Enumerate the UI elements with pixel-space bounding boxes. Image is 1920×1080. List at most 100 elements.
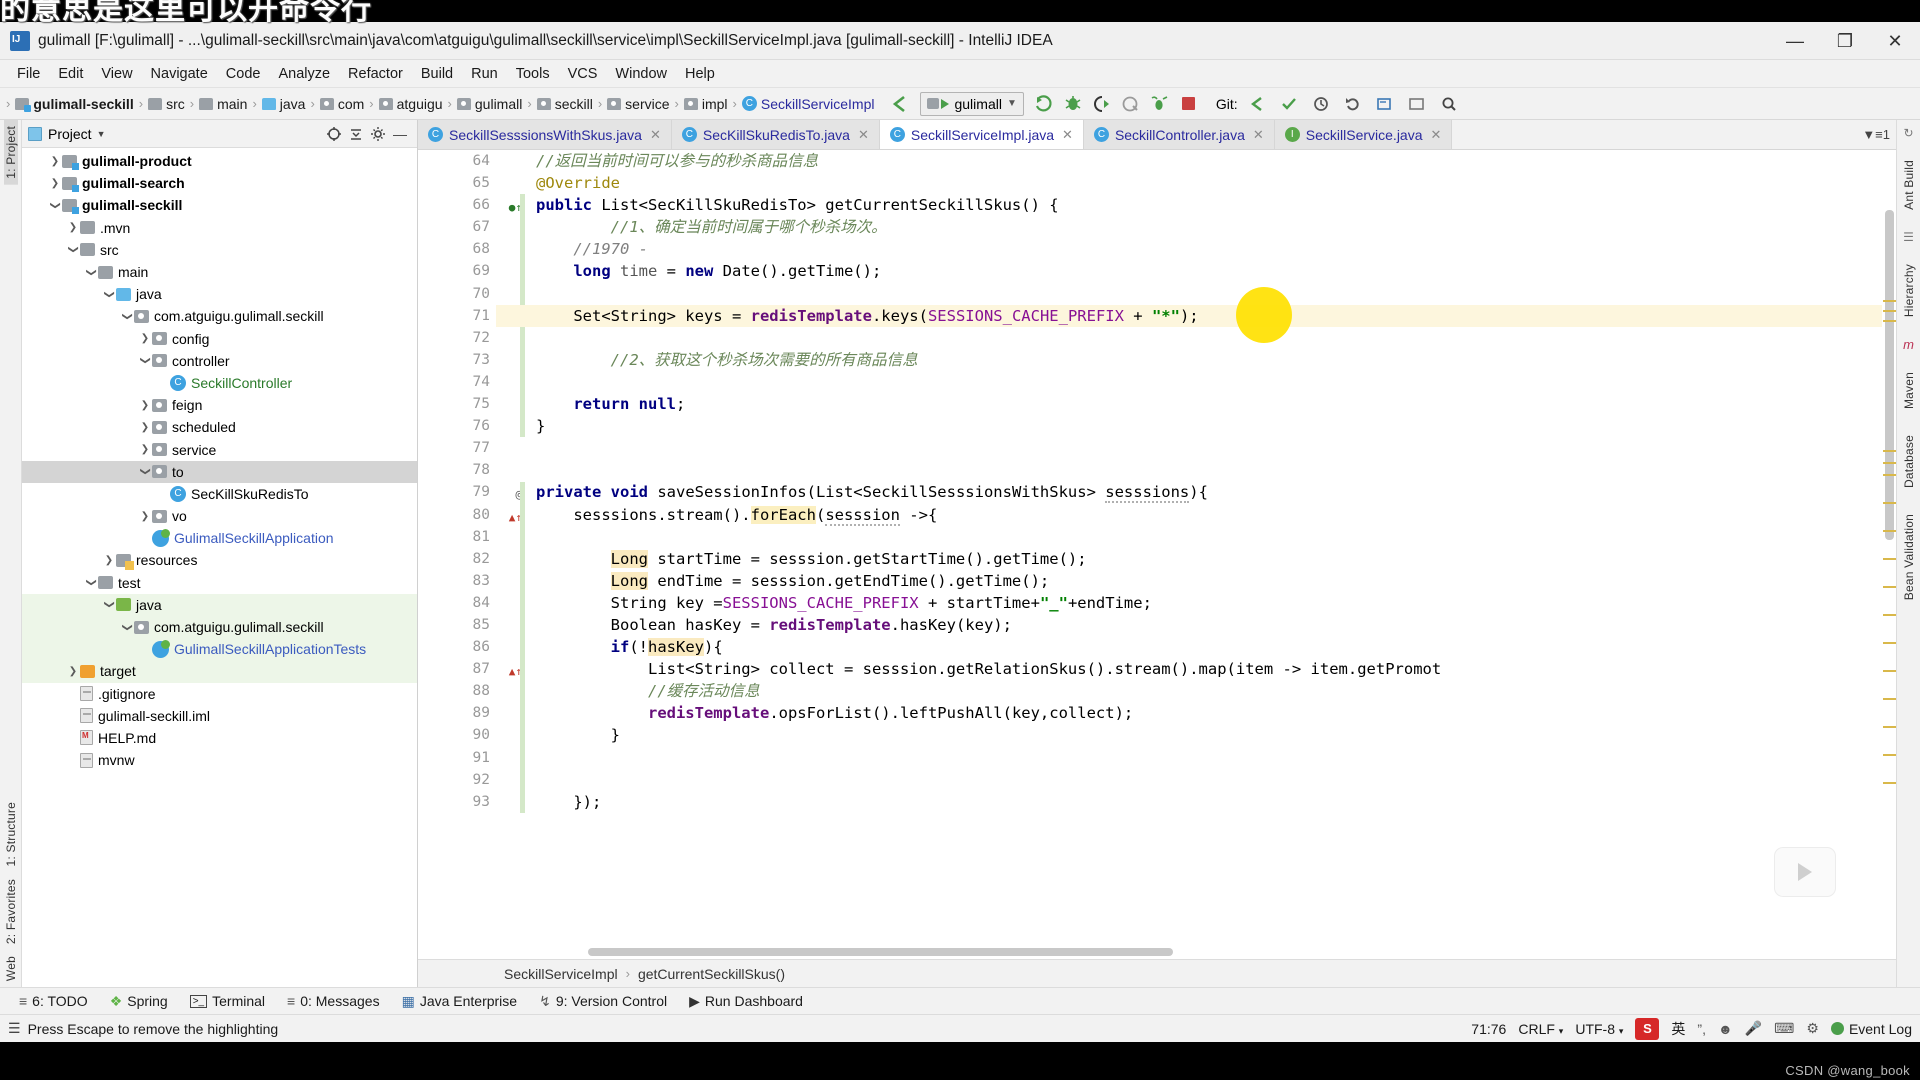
project-tree[interactable]: gulimall-product gulimall-search gulimall-…: [22, 148, 417, 987]
run-with-coverage-icon[interactable]: [1089, 92, 1115, 116]
tree-item[interactable]: gulimall-product: [22, 150, 417, 172]
tree-item[interactable]: controller: [22, 350, 417, 372]
code-content-column[interactable]: //返回当前时间可以参与的秒杀商品信息 @Override public Lis…: [496, 150, 1896, 959]
navbar-crumb-module[interactable]: gulimall-seckill: [12, 96, 136, 112]
git-history-icon[interactable]: [1308, 92, 1334, 116]
line-number[interactable]: 69: [418, 260, 496, 282]
ime-mic-icon[interactable]: 🎤: [1745, 1020, 1762, 1037]
tab-list-icon[interactable]: ▼≡1: [1862, 127, 1890, 142]
stripe-button-database[interactable]: Database: [1902, 429, 1916, 494]
navbar-crumb-com[interactable]: com: [317, 96, 367, 112]
line-number[interactable]: 68: [418, 238, 496, 260]
line-number[interactable]: 85: [418, 614, 496, 636]
line-number[interactable]: 88: [418, 680, 496, 702]
tree-item[interactable]: scheduled: [22, 416, 417, 438]
menu-navigate[interactable]: Navigate: [142, 64, 217, 84]
menu-edit[interactable]: Edit: [49, 64, 92, 84]
settings-gear-icon[interactable]: [367, 123, 389, 145]
menu-file[interactable]: File: [8, 64, 49, 84]
expand-arrow-icon[interactable]: [138, 511, 152, 522]
line-separator[interactable]: CRLF ▾: [1518, 1021, 1563, 1037]
line-number[interactable]: 89: [418, 702, 496, 724]
collapse-arrow-icon[interactable]: [138, 355, 152, 366]
close-icon[interactable]: ✕: [1253, 127, 1264, 143]
line-number[interactable]: 87 ▲↑: [418, 658, 522, 680]
run-configuration-selector[interactable]: gulimall ▼: [920, 91, 1024, 116]
caret-position[interactable]: 71:76: [1471, 1021, 1506, 1037]
tree-item[interactable]: service: [22, 438, 417, 460]
horizontal-scrollbar[interactable]: [574, 946, 1880, 959]
line-number[interactable]: 84: [418, 592, 496, 614]
tree-item[interactable]: .mvn: [22, 217, 417, 239]
line-number[interactable]: 92: [418, 769, 496, 791]
tool-button-version-control[interactable]: ↯ 9: Version Control: [528, 993, 678, 1010]
breadcrumb-class[interactable]: SeckillServiceImpl: [504, 966, 618, 982]
tab-seckill-service[interactable]: I SeckillService.java ✕: [1274, 120, 1453, 149]
tree-item[interactable]: gulimall-search: [22, 172, 417, 194]
tree-item[interactable]: gulimall-seckill.iml: [22, 705, 417, 727]
ime-badge-icon[interactable]: S: [1635, 1017, 1660, 1040]
file-encoding[interactable]: UTF-8 ▾: [1575, 1021, 1623, 1037]
line-number[interactable]: 78: [418, 459, 496, 481]
line-number[interactable]: 82: [418, 548, 496, 570]
stop-icon[interactable]: [1176, 92, 1202, 116]
menu-window[interactable]: Window: [606, 64, 676, 84]
collapse-arrow-icon[interactable]: [120, 311, 134, 322]
hide-panel-icon[interactable]: —: [389, 123, 411, 145]
vertical-scroll-thumb[interactable]: [1885, 210, 1894, 540]
stripe-button-web[interactable]: Web: [4, 950, 18, 987]
expand-arrow-icon[interactable]: [48, 156, 62, 167]
stripe-button-bean-validation[interactable]: Bean Validation: [1902, 508, 1916, 606]
settings-gear-icon[interactable]: [1404, 92, 1430, 116]
tree-item[interactable]: vo: [22, 505, 417, 527]
tool-button-spring[interactable]: ❖ Spring: [99, 993, 179, 1010]
ime-keyboard-icon[interactable]: ⌨: [1774, 1020, 1794, 1037]
collapse-all-icon[interactable]: [345, 123, 367, 145]
tool-button-todo[interactable]: ≡ 6: TODO: [8, 993, 99, 1009]
menu-vcs[interactable]: VCS: [559, 64, 607, 84]
navbar-crumb-class[interactable]: C SeckillServiceImpl: [739, 96, 878, 112]
attach-debugger-icon[interactable]: [1147, 92, 1173, 116]
menu-help[interactable]: Help: [676, 64, 724, 84]
expand-arrow-icon[interactable]: [138, 333, 152, 344]
back-arrow-icon[interactable]: [887, 92, 913, 116]
line-number[interactable]: 79 @: [418, 481, 522, 503]
tree-item[interactable]: com.atguigu.gulimall.seckill: [22, 305, 417, 327]
sidebar-toggle-icon[interactable]: ☰: [8, 1020, 21, 1037]
tree-item[interactable]: main: [22, 261, 417, 283]
collapse-arrow-icon[interactable]: [120, 622, 134, 633]
ime-language-label[interactable]: 英: [1671, 1019, 1685, 1039]
expand-arrow-icon[interactable]: [66, 222, 80, 233]
line-number[interactable]: 76: [418, 415, 496, 437]
line-number-gutter[interactable]: 64 65 66 ●↑ 67 68 69 70 71 72 73 74 75 76 77 78 79 @80 ▲↑ 8…: [418, 150, 522, 959]
tab-seckill-sessions-with-skus[interactable]: C SeckillSesssionsWithSkus.java ✕: [418, 120, 672, 149]
vertical-scrollbar[interactable]: [1882, 150, 1896, 959]
stripe-button-structure[interactable]: 1: Structure: [4, 796, 18, 872]
menu-refactor[interactable]: Refactor: [339, 64, 412, 84]
tree-item[interactable]: C SeckillController: [22, 372, 417, 394]
line-number[interactable]: 65: [418, 172, 496, 194]
git-commit-icon[interactable]: [1276, 92, 1302, 116]
line-number[interactable]: 71: [418, 305, 496, 327]
git-revert-icon[interactable]: [1340, 92, 1366, 116]
menu-build[interactable]: Build: [412, 64, 462, 84]
tree-item[interactable]: HELP.md: [22, 727, 417, 749]
tool-button-run-dashboard[interactable]: ▶ Run Dashboard: [678, 993, 814, 1010]
line-number[interactable]: 70: [418, 283, 496, 305]
navbar-crumb-src[interactable]: src: [145, 96, 188, 112]
tab-seckill-sku-redis-to[interactable]: C SecKillSkuRedisTo.java ✕: [671, 120, 880, 149]
horizontal-scroll-thumb[interactable]: [588, 948, 1173, 956]
tree-item[interactable]: src: [22, 239, 417, 261]
stripe-button-project[interactable]: 1: Project: [3, 120, 18, 185]
menu-view[interactable]: View: [92, 64, 141, 84]
git-update-icon[interactable]: [1244, 92, 1270, 116]
collapse-arrow-icon[interactable]: [84, 577, 98, 588]
stripe-button-ant-build[interactable]: Ant Build: [1902, 154, 1916, 216]
line-number[interactable]: 66 ●↑: [418, 194, 522, 216]
tree-item[interactable]: target: [22, 660, 417, 683]
collapse-arrow-icon[interactable]: [102, 289, 116, 300]
tree-item[interactable]: feign: [22, 394, 417, 416]
navbar-crumb-java[interactable]: java: [259, 96, 309, 112]
navbar-crumb-seckill[interactable]: seckill: [534, 96, 596, 112]
expand-arrow-icon[interactable]: [138, 422, 152, 433]
